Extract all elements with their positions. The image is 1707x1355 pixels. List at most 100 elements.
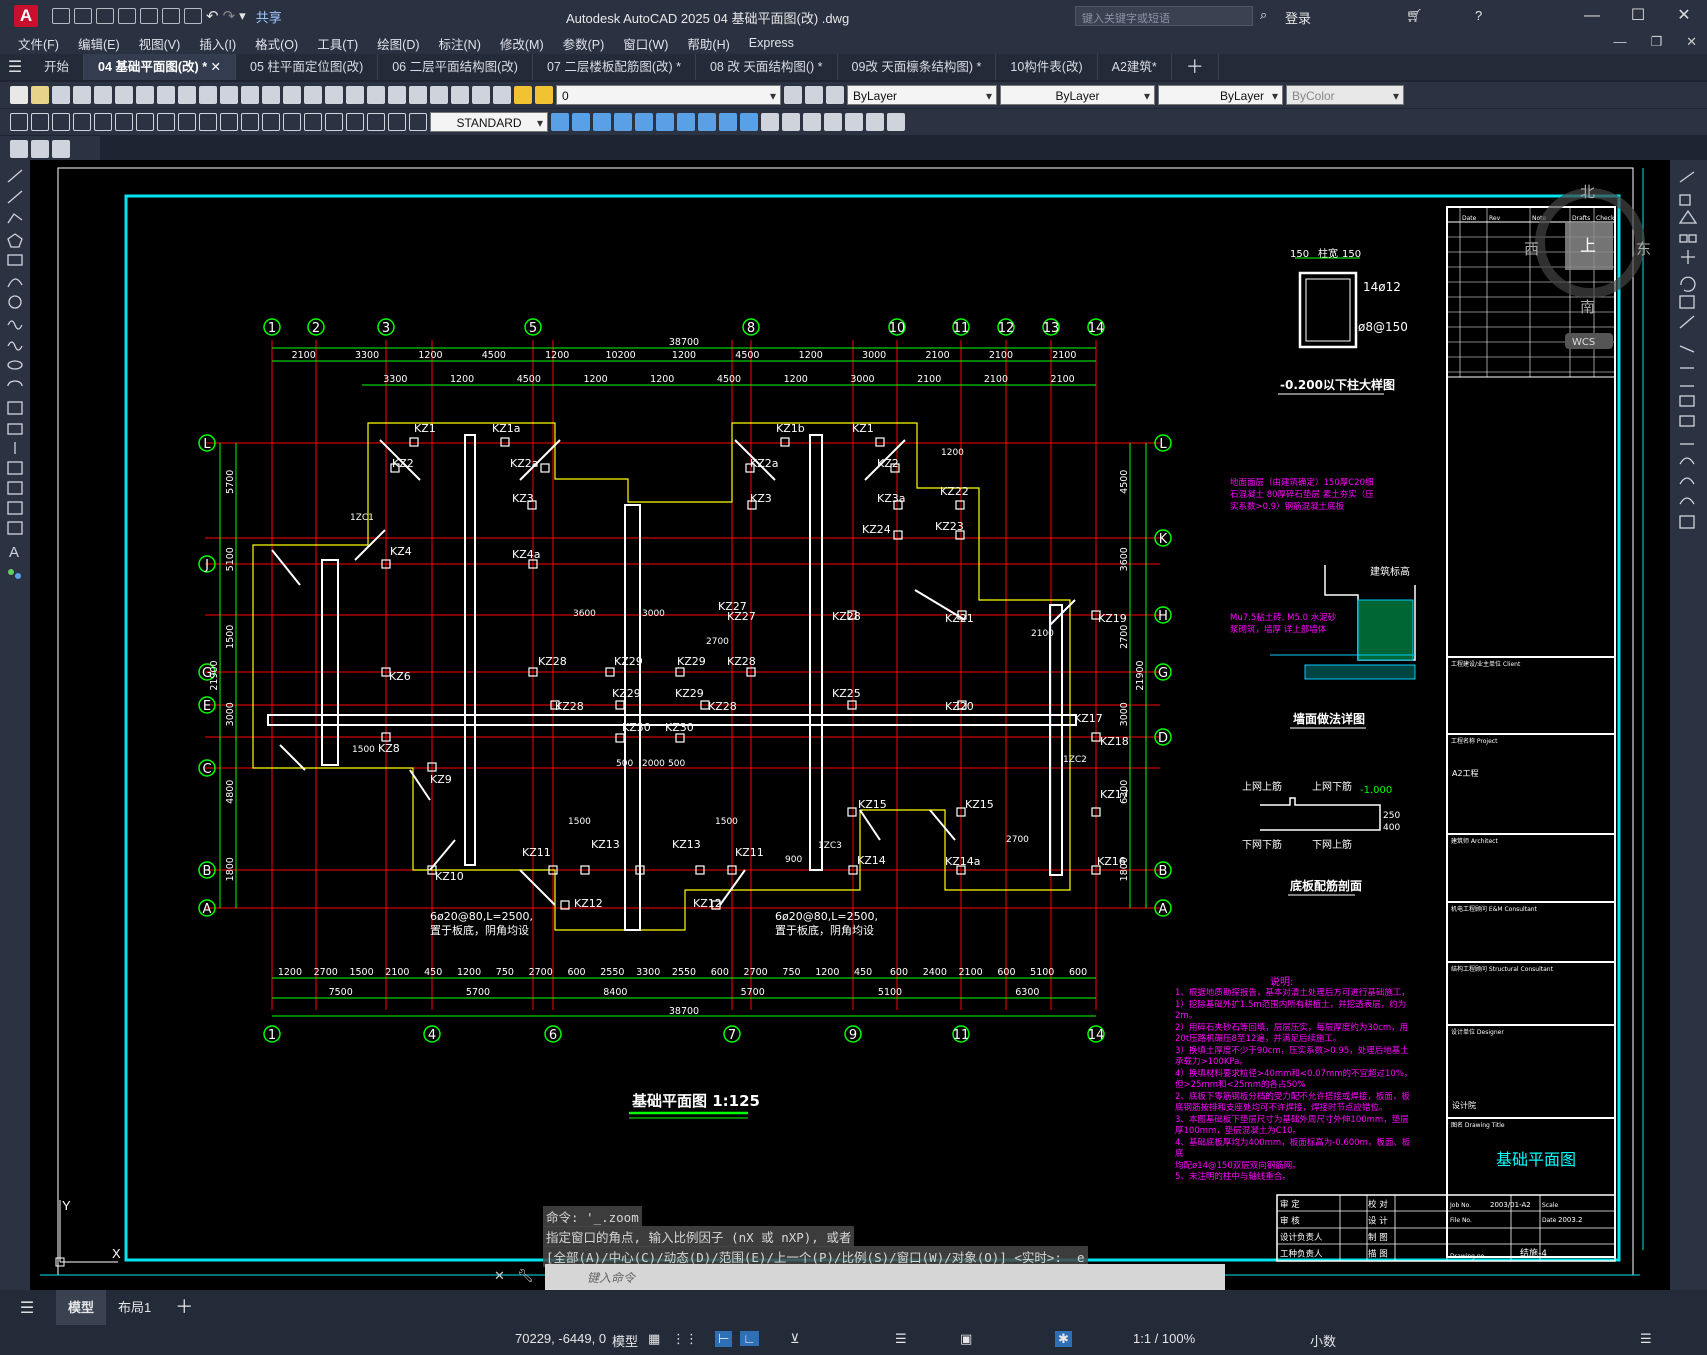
doc-minimize-icon[interactable]: — [1613, 34, 1626, 50]
customize-icon[interactable]: ☰ [1640, 1331, 1652, 1347]
layer-on-icon[interactable] [514, 86, 532, 104]
osnap-toggle-icon[interactable]: ⊻ [790, 1331, 800, 1347]
fly-icon[interactable] [866, 113, 884, 131]
doc-restore-icon[interactable]: ❐ [1650, 34, 1662, 50]
add-layout-button[interactable]: ＋ [163, 1290, 205, 1325]
new-icon[interactable] [10, 86, 28, 104]
zoom-previous-icon[interactable] [325, 86, 343, 104]
zoom-window-icon[interactable] [304, 86, 322, 104]
viewcube-top[interactable]: 上 [1580, 236, 1596, 255]
viewcube-west[interactable]: 西 [1524, 240, 1539, 258]
jogged-dim-icon[interactable] [115, 113, 133, 131]
save-icon[interactable] [52, 86, 70, 104]
layout-menu-icon[interactable]: ☰ [12, 1298, 42, 1318]
undo-icon[interactable] [220, 86, 238, 104]
wcs-menu[interactable]: WCS [1572, 337, 1595, 348]
new-icon[interactable] [52, 8, 70, 24]
publish-icon[interactable] [115, 86, 133, 104]
tab-a2-architecture[interactable]: A2建筑* [1098, 54, 1172, 80]
annotation-visibility-icon[interactable]: ✱ [1055, 1331, 1072, 1347]
view-sw-iso-icon[interactable] [677, 113, 695, 131]
camera-icon[interactable] [887, 113, 905, 131]
center-mark-icon[interactable] [304, 113, 322, 131]
baseline-dim-icon[interactable] [199, 113, 217, 131]
dim-text-edit-icon[interactable] [388, 113, 406, 131]
render-icon[interactable] [803, 113, 821, 131]
angular-dim-icon[interactable] [157, 113, 175, 131]
menu-view[interactable]: 视图(V) [139, 34, 181, 53]
tab-second-floor-structure[interactable]: 06 二层平面结构图(改) [378, 54, 533, 80]
properties-icon[interactable] [346, 86, 364, 104]
view-bottom-icon[interactable] [572, 113, 590, 131]
view-nw-iso-icon[interactable] [740, 113, 758, 131]
linetype-combo[interactable]: ByLayer [1000, 85, 1155, 106]
save-icon[interactable] [96, 8, 114, 24]
qat-dropdown-icon[interactable]: ▾ [239, 8, 246, 24]
minimize-button[interactable]: — [1569, 0, 1615, 32]
drawing-canvas[interactable]: 1 2 3 5 8 10 11 12 13 141 4 6 7 9 11 14LJGECBALKHGDBA21… [30, 160, 1670, 1290]
saveas-icon[interactable] [118, 8, 136, 24]
menu-insert[interactable]: 插入(I) [199, 34, 236, 53]
plot-icon[interactable] [73, 86, 91, 104]
autocad-logo[interactable]: A [14, 5, 38, 27]
tab-start[interactable]: 开始 [30, 54, 85, 80]
tab-foundation-plan[interactable]: 04 基础平面图(改) * ✕ [84, 54, 237, 80]
web-mobile-icon[interactable] [140, 8, 158, 24]
tab-component-table[interactable]: 10构件表(改) [996, 54, 1098, 80]
menu-dimension[interactable]: 标注(N) [439, 34, 481, 53]
search-icon[interactable]: ⌕ [1260, 7, 1267, 23]
snap-toggle-icon[interactable]: ⋮⋮ [672, 1331, 698, 1347]
view-ne-iso-icon[interactable] [719, 113, 737, 131]
dim-break-icon[interactable] [262, 113, 280, 131]
continue-dim-icon[interactable] [220, 113, 238, 131]
design-center-icon[interactable] [367, 86, 385, 104]
redo-icon[interactable]: ↷ [223, 7, 236, 25]
zoom-realtime-icon[interactable] [283, 86, 301, 104]
transparency-toggle-icon[interactable]: ▣ [960, 1331, 972, 1347]
model-space-toggle[interactable]: 模型 [612, 1331, 638, 1350]
print-icon[interactable] [184, 8, 202, 24]
menu-parametric[interactable]: 参数(P) [563, 34, 605, 53]
polar-toggle-icon[interactable]: ∟ [740, 1331, 759, 1346]
attribute-icon[interactable] [52, 140, 70, 158]
sheetset-icon[interactable] [409, 86, 427, 104]
menu-help[interactable]: 帮助(H) [687, 34, 729, 53]
diameter-dim-icon[interactable] [136, 113, 154, 131]
pan-icon[interactable] [262, 86, 280, 104]
layer-manager-icon[interactable] [493, 86, 511, 104]
grid-toggle-icon[interactable]: ▦ [648, 1331, 660, 1347]
search-input[interactable]: 键入关键字或短语 [1075, 6, 1253, 26]
viewcube-south[interactable]: 南 [1580, 298, 1595, 316]
calculator-icon[interactable] [451, 86, 469, 104]
linear-dim-icon[interactable] [10, 113, 28, 131]
walk-icon[interactable] [845, 113, 863, 131]
redo-icon[interactable] [241, 86, 259, 104]
layer-freeze-icon[interactable] [535, 86, 553, 104]
paste-icon[interactable] [178, 86, 196, 104]
menu-tools[interactable]: 工具(T) [317, 34, 358, 53]
ortho-toggle-icon[interactable]: ⊢ [715, 1331, 733, 1347]
matchprop-icon[interactable] [199, 86, 217, 104]
open-icon[interactable] [74, 8, 92, 24]
layer-combo[interactable]: 0 [556, 85, 781, 106]
close-tab-icon[interactable]: ✕ [211, 60, 221, 74]
share-button[interactable]: 共享 [256, 7, 282, 26]
visual-style-icon[interactable] [761, 113, 779, 131]
menu-file[interactable]: 文件(F) [18, 34, 59, 53]
open-icon[interactable] [31, 86, 49, 104]
undo-icon[interactable]: ↶ [206, 7, 219, 25]
close-button[interactable]: ✕ [1661, 0, 1707, 32]
inspection-icon[interactable] [325, 113, 343, 131]
units-combo[interactable]: 小数 [1310, 1331, 1336, 1350]
layer-previous-icon[interactable] [805, 86, 823, 104]
command-settings-icon[interactable]: 🔧︎ [517, 1268, 534, 1284]
dim-space-icon[interactable] [241, 113, 259, 131]
doc-close-icon[interactable]: ✕ [1686, 34, 1697, 50]
view-se-iso-icon[interactable] [698, 113, 716, 131]
lineweight-toggle-icon[interactable]: ☰ [895, 1331, 907, 1347]
cut-icon[interactable] [136, 86, 154, 104]
login-button[interactable]: 登录 [1285, 8, 1311, 27]
tab-second-floor-slab[interactable]: 07 二层楼板配筋图(改) * [533, 54, 696, 80]
view-front-icon[interactable] [635, 113, 653, 131]
lineweight-combo[interactable]: ByLayer [1158, 85, 1283, 106]
